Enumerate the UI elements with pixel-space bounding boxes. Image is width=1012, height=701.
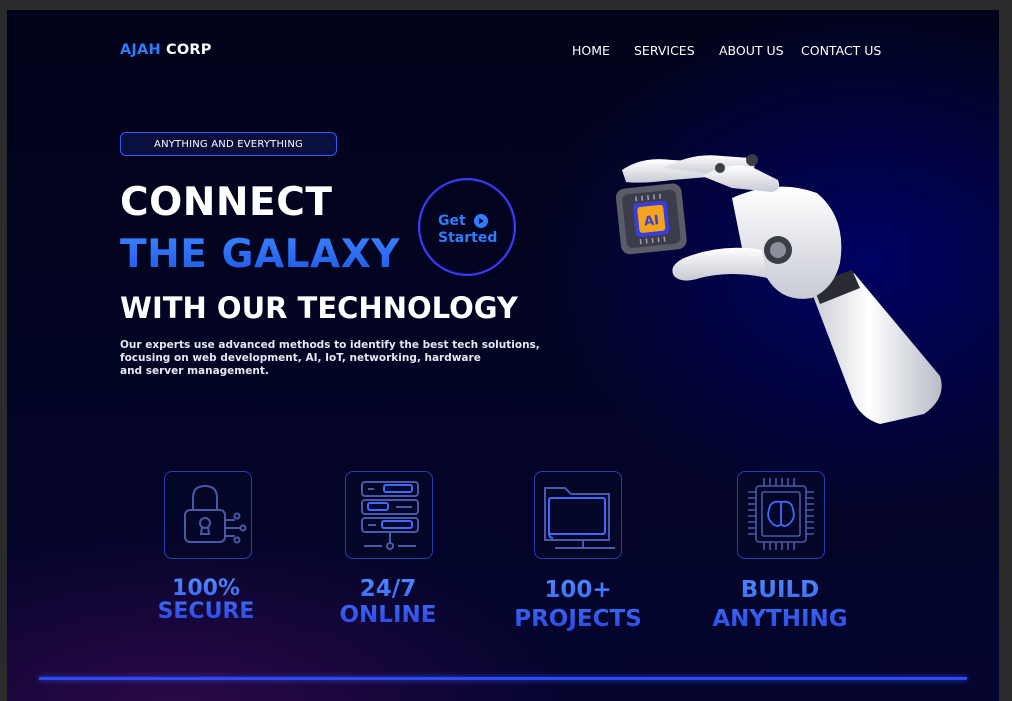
feature-online-value: 24/7 — [359, 576, 417, 602]
hero-description: Our experts use advanced methods to iden… — [120, 339, 540, 378]
nav-home[interactable]: HOME — [572, 43, 610, 58]
feature-online-label: ONLINE — [339, 602, 437, 628]
nav-contact-us[interactable]: CONTACT US — [801, 43, 881, 58]
hero-description-line: Our experts use advanced methods to iden… — [120, 339, 540, 351]
get-started-button[interactable]: Get Started — [418, 178, 516, 276]
hero-title-line3: WITH OUR TECHNOLOGY — [120, 291, 518, 325]
hero-description-line: focusing on web development, AI, IoT, ne… — [120, 352, 481, 364]
hero-title-line1: CONNECT — [120, 180, 333, 225]
feature-projects-value: 100+ — [544, 577, 612, 603]
get-started-label-line2: Started — [438, 230, 498, 246]
folder-monitor-icon — [534, 471, 622, 559]
feature-online: 24/7 ONLINE — [333, 576, 443, 628]
hero-badge: ANYTHING AND EVERYTHING — [120, 132, 337, 156]
play-icon — [474, 214, 488, 228]
padlock-circuit-icon — [164, 471, 252, 559]
feature-projects: 100+ PROJECTS — [505, 576, 651, 634]
feature-build-value: BUILD — [740, 577, 820, 603]
brain-chip-icon — [737, 471, 825, 559]
brand-logo-part1: AJAH — [120, 42, 161, 58]
feature-secure: 100% SECURE — [154, 577, 258, 623]
nav-about-us[interactable]: ABOUT US — [719, 43, 784, 58]
hero-title-line2: THE GALAXY — [120, 232, 400, 277]
landing-page: AJAH CORP HOME SERVICES ABOUT US CONTACT… — [7, 10, 999, 701]
get-started-label-line1: Get — [438, 213, 466, 229]
brand-logo-part2: CORP — [166, 42, 212, 58]
feature-projects-label: PROJECTS — [514, 606, 642, 632]
nav-services[interactable]: SERVICES — [634, 43, 695, 58]
hero-description-line: and server management. — [120, 365, 269, 377]
ai-chip-label: AI — [643, 213, 659, 229]
server-rack-icon — [345, 471, 433, 559]
robot-hand-illustration: AI — [615, 154, 942, 424]
feature-secure-label: SECURE — [157, 599, 255, 624]
feature-build-label: ANYTHING — [712, 606, 848, 632]
brand-logo[interactable]: AJAH CORP — [120, 42, 212, 58]
feature-build-anything: BUILD ANYTHING — [707, 576, 853, 634]
section-divider — [39, 677, 967, 680]
feature-secure-value: 100% — [172, 576, 240, 601]
